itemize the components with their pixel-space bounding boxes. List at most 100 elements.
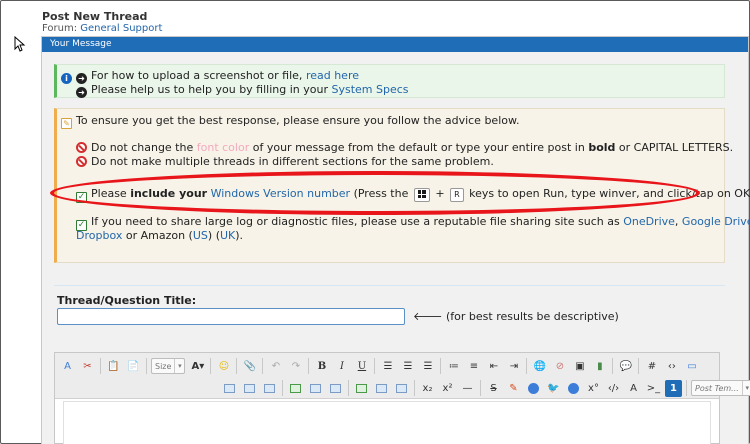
font-icon[interactable]: A [625, 380, 642, 397]
bold-icon[interactable]: B [313, 358, 330, 375]
quote-icon[interactable]: 💬 [617, 358, 634, 375]
paste-icon[interactable]: 📋 [105, 358, 122, 375]
paren-text: ) ( [207, 229, 220, 242]
smiley-icon[interactable]: ☺ [215, 358, 232, 375]
toolbar-separator [638, 358, 640, 374]
message-editor: A ✂ 📋 📄 Size▾ A▾ ☺ 📎 ↶ ↷ B I U ☰ ☰ ☰ ≔ [54, 352, 750, 444]
onedrive-link[interactable]: OneDrive [623, 215, 675, 228]
align-right-icon[interactable]: ☰ [419, 358, 436, 375]
toolbar-separator [480, 380, 481, 396]
tip1-text-a: Please [91, 187, 127, 200]
breadcrumb: Forum: General Support [42, 23, 162, 34]
panel-title: Your Message [42, 37, 748, 52]
thread-title-input[interactable] [57, 308, 405, 325]
table-props-icon[interactable] [241, 380, 258, 397]
table-delete-icon[interactable] [261, 380, 278, 397]
paren-end-text: ). [235, 229, 244, 242]
arrow-right-icon: ➜ [76, 87, 87, 98]
forum-link[interactable]: General Support [80, 23, 162, 34]
toolbar-separator [440, 358, 442, 374]
font-color-icon[interactable]: A▾ [189, 358, 206, 375]
horizontal-rule-icon[interactable]: — [459, 380, 476, 397]
prohibited-icon [76, 142, 87, 153]
underline-icon[interactable]: U [353, 358, 370, 375]
rule-font-color: Do not change the font color of your mes… [76, 141, 733, 154]
row-before-icon[interactable] [287, 380, 304, 397]
post-template-select[interactable]: Post Tem... ▾ [691, 380, 750, 396]
row-delete-icon[interactable] [327, 380, 344, 397]
post-template-label: Post Tem... [695, 383, 739, 393]
spoiler-icon[interactable] [525, 380, 542, 397]
thread-title-hint-text: (for best results be descriptive) [446, 310, 619, 323]
undo-icon[interactable]: ↶ [267, 358, 284, 375]
superscript-icon[interactable]: x² [439, 380, 456, 397]
col-before-icon[interactable] [353, 380, 370, 397]
font-size-label: Size [155, 361, 172, 371]
message-textarea[interactable] [63, 401, 711, 444]
toolbar-separator [374, 358, 376, 374]
step-icon[interactable]: 1 [665, 379, 682, 397]
read-here-link[interactable]: read here [306, 69, 359, 82]
page-title: Post New Thread [42, 10, 148, 23]
toolbar-separator [308, 358, 310, 374]
bullet-list-icon[interactable]: ≡ [465, 358, 482, 375]
terminal-icon[interactable]: >_ [645, 380, 662, 397]
windows-key-icon [413, 188, 430, 202]
twitter-icon[interactable]: 🐦 [545, 380, 562, 397]
highlight-icon[interactable]: ✎ [505, 380, 522, 397]
info-notice: i ➜ For how to upload a screenshot or file… [54, 64, 725, 98]
redo-icon[interactable]: ↷ [287, 358, 304, 375]
align-center-icon[interactable]: ☰ [399, 358, 416, 375]
numbered-list-icon[interactable]: ≔ [445, 358, 462, 375]
code-icon[interactable]: ‹› [663, 358, 680, 375]
windows-version-link[interactable]: Windows Version number [211, 187, 350, 200]
strikethrough-icon[interactable]: S [485, 380, 502, 397]
col-after-icon[interactable] [373, 380, 390, 397]
paste-text-icon[interactable]: 📄 [125, 358, 142, 375]
toolbar-row-1: A ✂ 📋 📄 Size▾ A▾ ☺ 📎 ↶ ↷ B I U ☰ ☰ ☰ ≔ [59, 356, 703, 376]
attachment-icon[interactable]: 📎 [241, 358, 258, 375]
table-icon[interactable] [221, 380, 238, 397]
toolbar-separator [686, 380, 687, 396]
bold-text: bold [588, 141, 616, 154]
italic-icon[interactable]: I [333, 358, 350, 375]
dropbox-link[interactable]: Dropbox [76, 229, 122, 242]
col-delete-icon[interactable] [393, 380, 410, 397]
tip2-text: If you need to share large log or diagno… [91, 215, 620, 228]
plus-text: + [435, 187, 445, 200]
image-icon[interactable]: ▣ [571, 358, 588, 375]
indent-icon[interactable]: ⇥ [505, 358, 522, 375]
mention-icon[interactable] [565, 380, 582, 397]
html-icon[interactable]: ▭ [683, 358, 700, 375]
system-specs-link[interactable]: System Specs [331, 83, 408, 96]
font-color-text: font color [196, 141, 250, 154]
r-key: R [450, 188, 464, 202]
rule1-text-a: Do not change the [91, 141, 194, 154]
spell-check-icon[interactable]: ✂ [79, 358, 96, 375]
subscript-icon[interactable]: x₂ [419, 380, 436, 397]
hash-icon[interactable]: # [643, 358, 660, 375]
remove-format-icon[interactable]: A [59, 358, 76, 375]
toolbar-separator [262, 358, 264, 374]
outdent-icon[interactable]: ⇤ [485, 358, 502, 375]
video-icon[interactable]: ▮ [591, 358, 608, 375]
info-line-upload: i ➜ For how to upload a screenshot or file… [61, 69, 359, 84]
amazon-uk-link[interactable]: UK [220, 229, 235, 242]
advice-intro: ✎ To ensure you get the best response, pl… [61, 114, 519, 129]
advice-intro-text: To ensure you get the best response, ple… [76, 114, 520, 127]
mouse-pointer-icon [14, 36, 26, 52]
tip-windows-version: ✓ Please include your Windows Version num… [76, 187, 750, 203]
toolbar-separator [414, 380, 415, 396]
font-size-select[interactable]: Size ▾ [151, 358, 186, 374]
edit-icon: ✎ [61, 118, 72, 129]
link-icon[interactable]: 🌐 [531, 358, 548, 375]
toolbar-separator [282, 380, 283, 396]
editor-toolbar: A ✂ 📋 📄 Size▾ A▾ ☺ 📎 ↶ ↷ B I U ☰ ☰ ☰ ≔ [55, 353, 750, 399]
sigma-icon[interactable]: x° [585, 380, 602, 397]
unlink-icon[interactable]: ⊘ [551, 358, 568, 375]
row-after-icon[interactable] [307, 380, 324, 397]
source-code-icon[interactable]: ‹/› [605, 380, 622, 397]
amazon-us-link[interactable]: US [193, 229, 208, 242]
google-drive-link[interactable]: Google Drive [682, 215, 750, 228]
align-left-icon[interactable]: ☰ [379, 358, 396, 375]
